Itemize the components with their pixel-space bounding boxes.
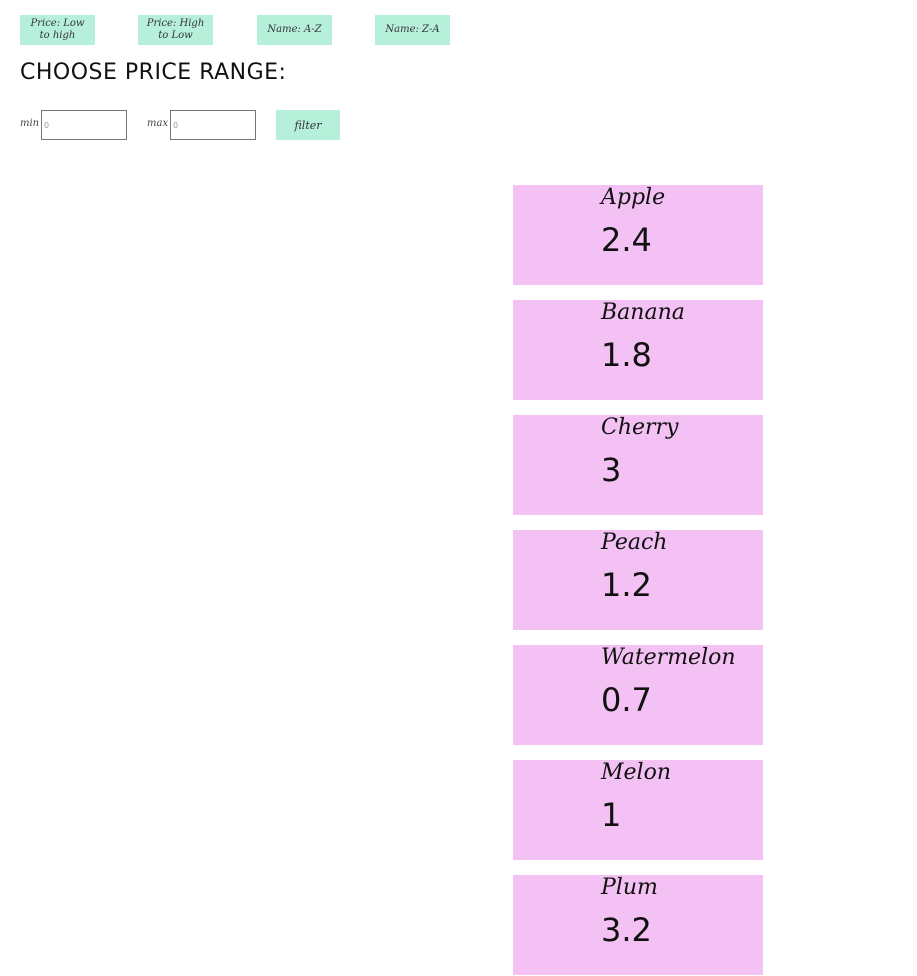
min-price-input[interactable] [41, 110, 127, 140]
product-list: Apple 2.4 Banana 1.8 Cherry 3 Peach 1.2 … [513, 185, 763, 976]
product-price: 1.2 [601, 566, 652, 604]
sort-price-low-high-button[interactable]: Price: Low to high [20, 15, 95, 45]
page: Price: Low to high Price: High to Low Na… [0, 0, 917, 976]
product-card: Plum 3.2 [513, 875, 763, 975]
product-price: 1.8 [601, 336, 652, 374]
product-card: Peach 1.2 [513, 530, 763, 630]
product-card: Apple 2.4 [513, 185, 763, 285]
min-label: min [20, 118, 40, 129]
price-range-heading: CHOOSE PRICE RANGE: [20, 60, 287, 85]
sort-price-high-low-button[interactable]: Price: High to Low [138, 15, 213, 45]
sort-name-z-a-button[interactable]: Name: Z-A [375, 15, 450, 45]
product-price: 3 [601, 451, 622, 489]
sort-price-low-high-label: Price: Low to high [30, 18, 85, 41]
product-name: Melon [601, 760, 671, 785]
product-name: Cherry [601, 415, 679, 440]
product-price: 0.7 [601, 681, 652, 719]
sort-price-high-low-label: Price: High to Low [146, 18, 205, 41]
sort-name-a-z-button[interactable]: Name: A-Z [257, 15, 332, 45]
product-name: Watermelon [601, 645, 736, 670]
max-price-input[interactable] [170, 110, 256, 140]
product-name: Apple [601, 185, 666, 210]
product-name: Banana [601, 300, 685, 325]
product-price: 1 [601, 796, 622, 834]
product-card: Cherry 3 [513, 415, 763, 515]
sort-name-z-a-label: Name: Z-A [385, 24, 440, 35]
product-name: Peach [601, 530, 668, 555]
product-price: 3.2 [601, 911, 652, 949]
product-card: Banana 1.8 [513, 300, 763, 400]
sort-name-a-z-label: Name: A-Z [267, 24, 322, 35]
max-label: max [147, 118, 169, 129]
product-name: Plum [601, 875, 658, 900]
product-card: Watermelon 0.7 [513, 645, 763, 745]
product-price: 2.4 [601, 221, 652, 259]
product-card: Melon 1 [513, 760, 763, 860]
filter-button[interactable]: filter [276, 110, 340, 140]
